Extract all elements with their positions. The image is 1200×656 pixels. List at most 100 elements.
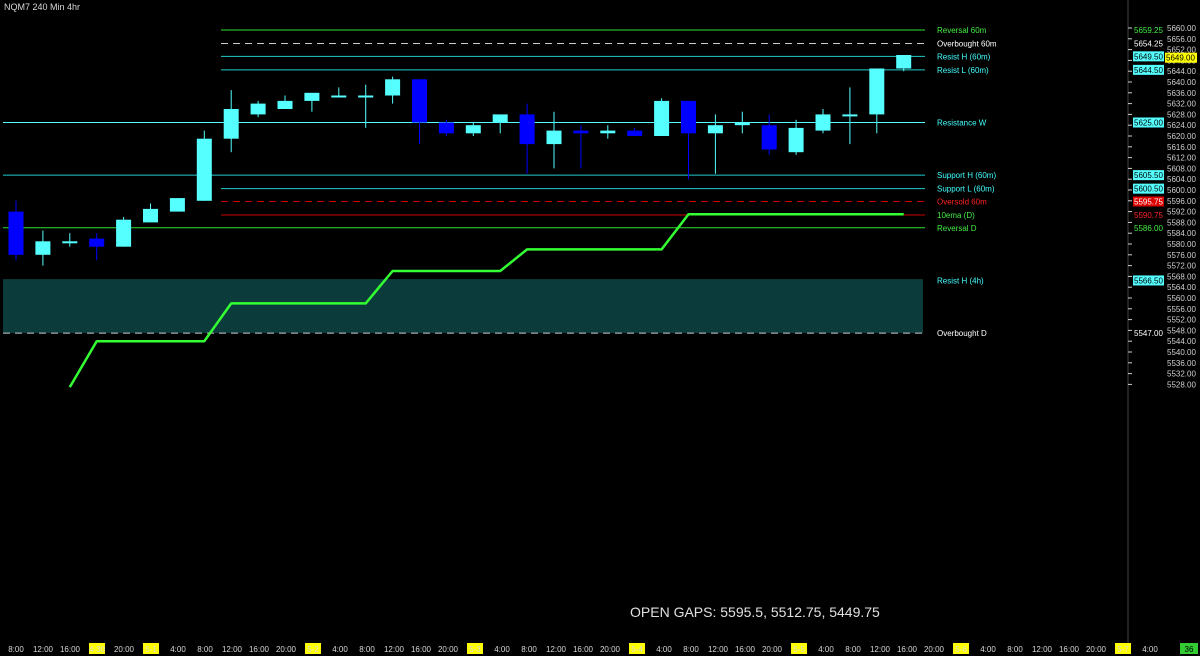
- candle: [116, 217, 132, 247]
- price-tick-label: 5552.00: [1167, 316, 1196, 325]
- candle-body: [627, 130, 643, 136]
- candle-body: [358, 95, 374, 98]
- candle-body: [438, 122, 454, 134]
- price-tick-label: 5540.00: [1167, 348, 1196, 357]
- open-gap-zone: [3, 279, 923, 334]
- candle-body: [8, 211, 24, 255]
- time-label: 12:00: [708, 645, 729, 654]
- level-label-support-h-60m: Support H (60m): [937, 171, 996, 180]
- candle-body: [681, 100, 696, 134]
- level-tag-reversal-60m: 5659.25: [1134, 26, 1163, 35]
- candlestick-chart: Reversal 60m Overbought 60m Resist H (60m)…: [0, 0, 1200, 656]
- time-label: 8:00: [8, 645, 24, 654]
- level-label-resist-h-4h: Resist H (4h): [937, 276, 984, 285]
- time-label: 20:00: [276, 645, 297, 654]
- candle-body: [600, 130, 616, 134]
- price-tick-label: 5620.00: [1167, 132, 1196, 141]
- price-tick-label: 5560.00: [1167, 294, 1196, 303]
- time-label: 20:00: [600, 645, 621, 654]
- candle-body: [35, 241, 51, 255]
- time-label: 20:00: [924, 645, 945, 654]
- date-label: 4-30: [89, 645, 106, 654]
- candle-body: [465, 125, 481, 134]
- time-label: 20:00: [762, 645, 783, 654]
- price-tick-label: 5528.00: [1167, 380, 1196, 389]
- price-tick-label: 5604.00: [1167, 175, 1196, 184]
- candle-body: [519, 114, 535, 145]
- price-tick-label: 5612.00: [1167, 154, 1196, 163]
- candle: [196, 130, 212, 201]
- price-tick-label: 5580.00: [1167, 240, 1196, 249]
- time-label: 4:00: [170, 645, 186, 654]
- time-label: 12:00: [546, 645, 567, 654]
- candle-body: [815, 114, 831, 131]
- candle-body: [412, 79, 427, 123]
- level-label-resist-h-60m: Resist H (60m): [937, 52, 991, 61]
- candle-body: [707, 125, 723, 134]
- candle-body: [896, 55, 912, 69]
- price-tick-label: 5600.00: [1167, 186, 1196, 195]
- candle-body: [62, 241, 78, 244]
- date-label: 5-7: [1117, 645, 1129, 654]
- time-label: 12:00: [33, 645, 54, 654]
- level-label-oversold-60m: Oversold 60m: [937, 197, 987, 206]
- price-tick-label: 5628.00: [1167, 110, 1196, 119]
- price-tick-label: 5636.00: [1167, 89, 1196, 98]
- time-label: 8:00: [683, 645, 699, 654]
- time-label: 20:00: [1086, 645, 1107, 654]
- date-label: 5-4: [631, 645, 643, 654]
- date-label: 5-6: [955, 645, 967, 654]
- time-label: 16:00: [249, 645, 270, 654]
- level-tag-overbought-60m: 5654.25: [1134, 40, 1163, 49]
- current-price-tag: 5649.00: [1166, 54, 1195, 63]
- chart-title: NQM7 240 Min 4hr: [4, 2, 80, 12]
- level-tag-resistance-w: 5625.00: [1134, 119, 1163, 128]
- time-label: 16:00: [897, 645, 918, 654]
- time-label: 20:00: [114, 645, 135, 654]
- candle-body: [304, 92, 320, 101]
- price-tick-label: 5572.00: [1167, 262, 1196, 271]
- time-label: 8:00: [845, 645, 861, 654]
- level-tag-support-h-60m: 5605.50: [1134, 171, 1163, 180]
- time-label: 4:00: [980, 645, 996, 654]
- time-label: 12:00: [222, 645, 243, 654]
- time-label: 4:00: [818, 645, 834, 654]
- time-label: 20:00: [438, 645, 459, 654]
- price-tick-label: 5592.00: [1167, 208, 1196, 217]
- time-label: 12:00: [384, 645, 405, 654]
- level-label-support-l-60m: Support L (60m): [937, 185, 995, 194]
- level-tag-resist-h-60m: 5649.50: [1134, 52, 1163, 61]
- time-label: 12:00: [870, 645, 891, 654]
- time-label: 4:00: [494, 645, 510, 654]
- time-label: 16:00: [411, 645, 432, 654]
- time-axis-end-tag: 36: [1185, 645, 1194, 654]
- candle: [654, 98, 670, 136]
- price-tick-label: 5644.00: [1167, 67, 1196, 76]
- level-tag-resist-l-60m: 5644.50: [1134, 66, 1163, 75]
- price-tick-label: 5596.00: [1167, 197, 1196, 206]
- level-tag-reversal-d: 5586.00: [1134, 224, 1163, 233]
- time-label: 16:00: [735, 645, 756, 654]
- candle-body: [869, 68, 885, 115]
- price-tick-label: 5624.00: [1167, 121, 1196, 130]
- candle-body: [196, 138, 212, 201]
- candle-body: [788, 127, 804, 153]
- price-tick-label: 5564.00: [1167, 283, 1196, 292]
- date-label: 5-5: [793, 645, 805, 654]
- level-tag-overbought-d: 5547.00: [1134, 329, 1163, 338]
- price-tick-label: 5548.00: [1167, 326, 1196, 335]
- candle-body: [143, 208, 158, 223]
- candle-body: [89, 238, 105, 247]
- price-tick-label: 5656.00: [1167, 35, 1196, 44]
- time-label: 4:00: [656, 645, 672, 654]
- candle-body: [546, 130, 562, 145]
- candle-body: [277, 100, 293, 109]
- level-tag-oversold-60m: 5595.75: [1134, 197, 1163, 206]
- level-label-resist-l-60m: Resist L (60m): [937, 66, 989, 75]
- price-tick-label: 5632.00: [1167, 100, 1196, 109]
- price-tick-label: 5584.00: [1167, 229, 1196, 238]
- level-label-reversal-60m: Reversal 60m: [937, 26, 987, 35]
- date-label: 5-2: [307, 645, 319, 654]
- level-tag-10ema-d: 5590.75: [1134, 211, 1163, 220]
- candle-body: [573, 130, 589, 134]
